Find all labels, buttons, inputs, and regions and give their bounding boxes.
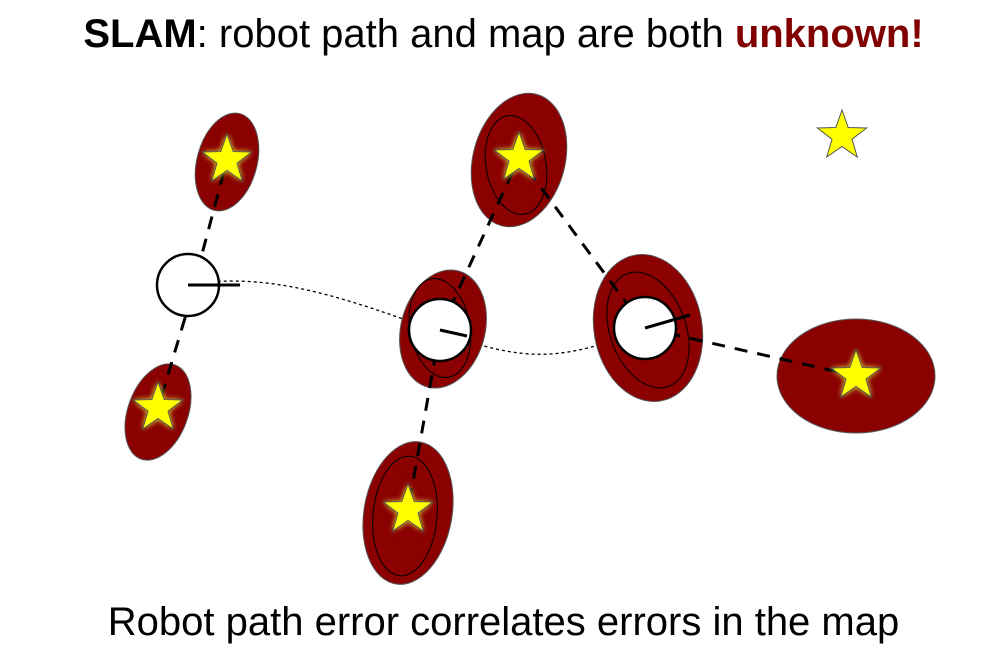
robot-pose-icon — [155, 252, 240, 318]
robot-pose-icon — [407, 297, 473, 363]
caption: Robot path error correlates errors in th… — [107, 600, 900, 644]
star-icon — [815, 108, 869, 159]
slam-diagram — [124, 92, 936, 585]
